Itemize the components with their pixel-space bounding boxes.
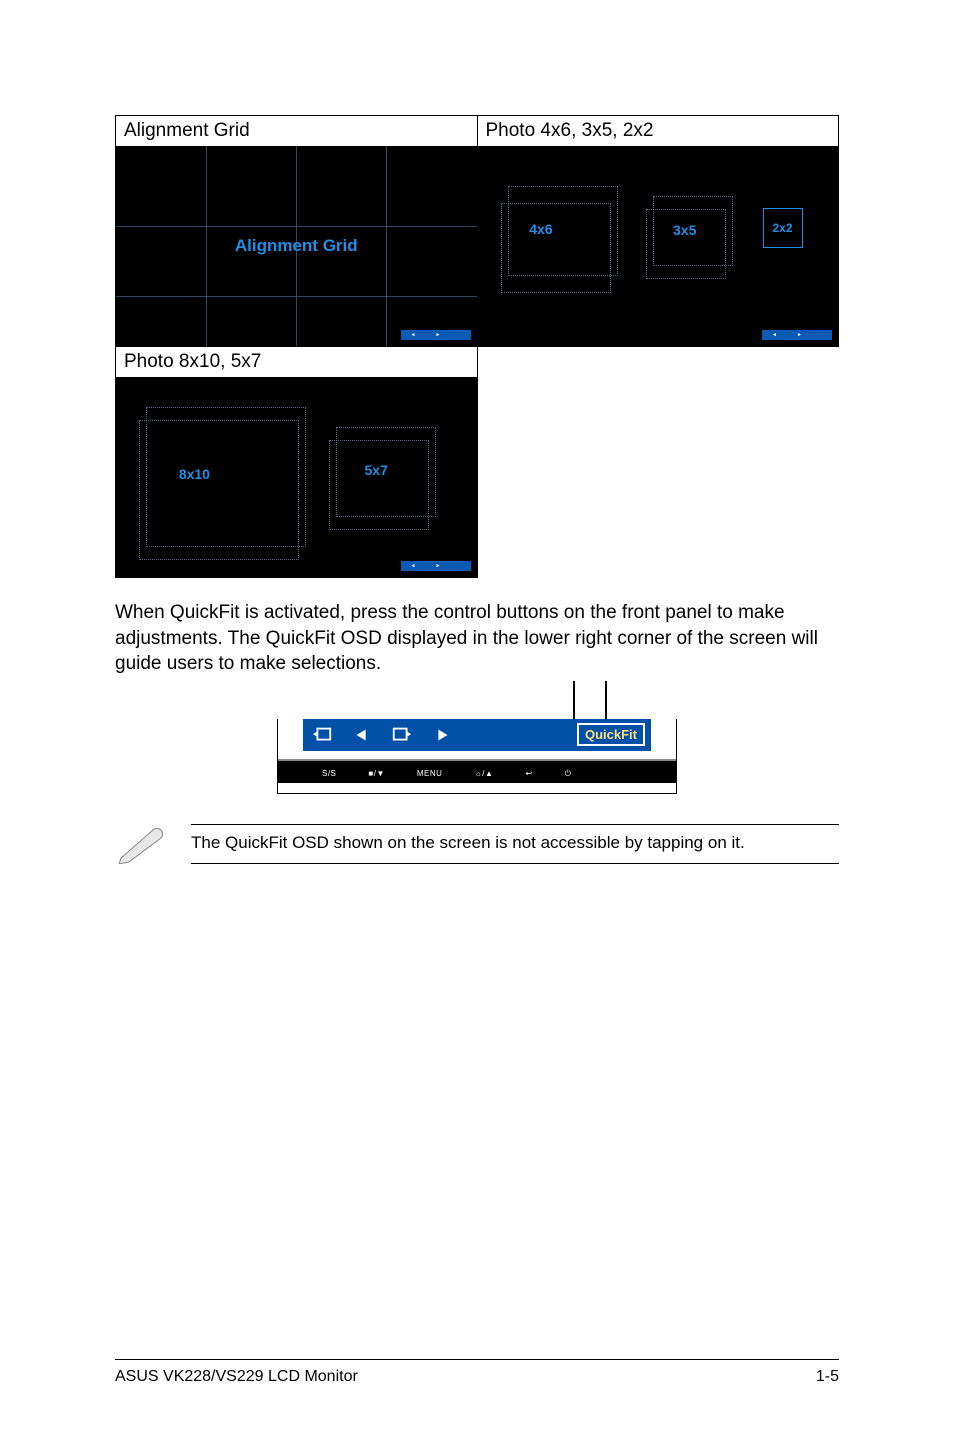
photo-8x10-label: 8x10 [179, 466, 210, 482]
bezel-btn-6: ⏻ [565, 769, 572, 779]
photo-small-screen: 4x6 3x5 2x2 ◄► [478, 146, 839, 346]
bezel-btn-1: S/S [322, 769, 336, 778]
osd-notch [573, 681, 607, 721]
screenshot-table: Alignment Grid Alignment Grid ◄► Photo 4… [115, 115, 839, 578]
pencil-icon [115, 824, 167, 864]
alignment-grid-screen: Alignment Grid ◄► [116, 146, 477, 346]
cell-header-alignment: Alignment Grid [116, 116, 477, 146]
bezel-btn-5: ↩ [525, 769, 532, 778]
osd-badge: ◄► [401, 561, 471, 571]
osd-badge: ◄► [401, 330, 471, 340]
osd-bar: QuickFit [303, 719, 651, 751]
photo-5x7-label: 5x7 [365, 462, 388, 478]
note-text: The QuickFit OSD shown on the screen is … [191, 833, 839, 853]
cell-header-photo-small: Photo 4x6, 3x5, 2x2 [478, 116, 839, 146]
bezel-btn-3: MENU [417, 769, 443, 778]
alignment-grid-label: Alignment Grid [235, 236, 358, 256]
exit-icon [389, 724, 415, 746]
osd-bezel: S/S ■/▼ MENU ☼/▲ ↩ ⏻ [278, 759, 676, 783]
osd-badge: ◄► [762, 330, 832, 340]
bezel-btn-2: ■/▼ [368, 769, 384, 778]
note-row: The QuickFit OSD shown on the screen is … [115, 824, 839, 864]
photo-large-screen: 8x10 5x7 ◄► [116, 377, 477, 577]
footer-left: ASUS VK228/VS229 LCD Monitor [115, 1368, 358, 1386]
body-paragraph: When QuickFit is activated, press the co… [115, 600, 839, 677]
osd-figure: QuickFit S/S ■/▼ MENU ☼/▲ ↩ ⏻ [277, 719, 677, 794]
photo-3x5-label: 3x5 [673, 222, 696, 238]
enter-icon [309, 724, 335, 746]
page-footer: ASUS VK228/VS229 LCD Monitor 1-5 [115, 1359, 839, 1386]
bezel-btn-4: ☼/▲ [474, 769, 493, 778]
right-arrow-icon [429, 724, 455, 746]
footer-right: 1-5 [816, 1368, 839, 1386]
left-arrow-icon [349, 724, 375, 746]
quickfit-osd-label: QuickFit [577, 723, 645, 746]
photo-2x2-label: 2x2 [772, 221, 792, 235]
photo-4x6-label: 4x6 [529, 221, 552, 237]
cell-header-photo-large: Photo 8x10, 5x7 [116, 347, 477, 377]
